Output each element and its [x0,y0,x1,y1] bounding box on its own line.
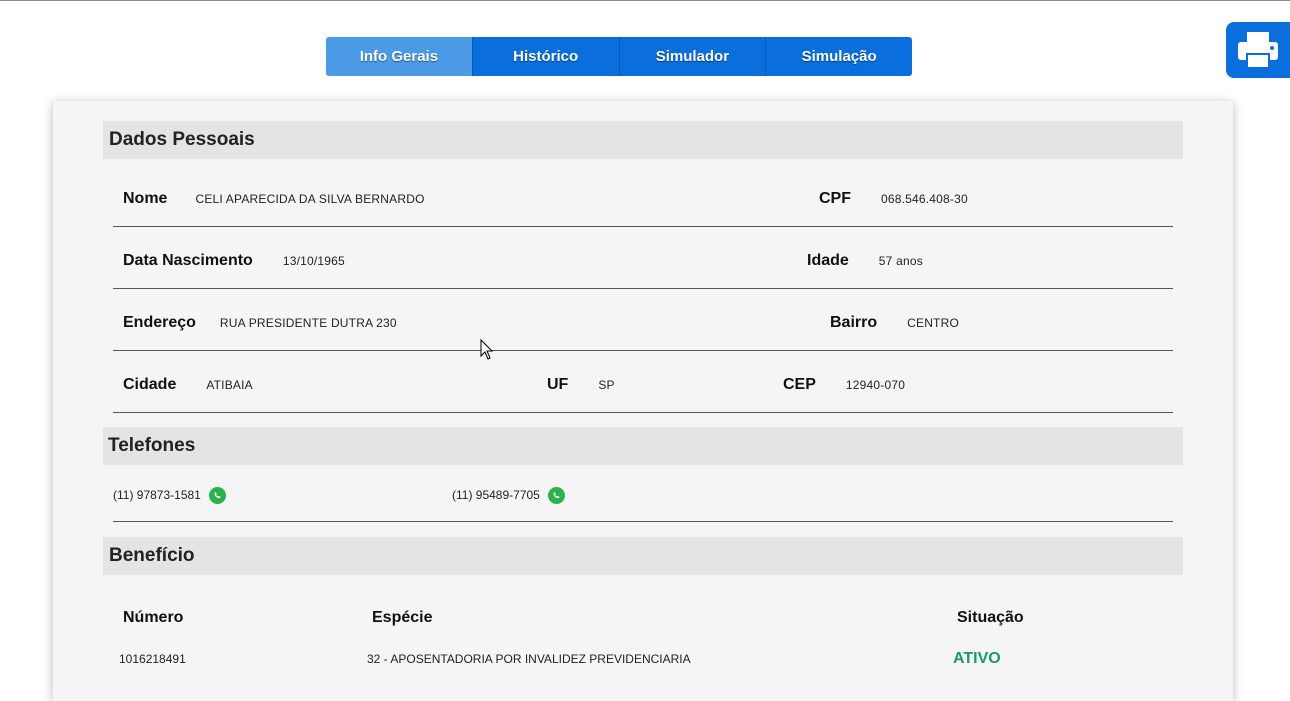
whatsapp-icon[interactable] [208,486,226,504]
value-nome: CELI APARECIDA DA SILVA BERNARDO [195,192,425,206]
section-header-telefones: Telefones [103,427,1183,465]
beneficio-numero: 1016218491 [119,652,186,666]
label-uf: UF [547,376,569,393]
tab-simulador[interactable]: Simulador [618,37,766,76]
tab-bar: Info Gerais Histórico Simulador Simulaçã… [326,37,912,76]
printer-icon [1238,32,1278,69]
value-uf: SP [598,378,615,392]
field-uf: UF SP [547,358,615,412]
column-header-situacao: Situação [957,609,1024,626]
tab-historico[interactable]: Histórico [471,37,619,76]
value-idade: 57 anos [878,254,923,268]
phone-item: (11) 97873-1581 [113,469,226,521]
label-cep: CEP [783,376,816,393]
whatsapp-icon[interactable] [547,486,565,504]
print-button[interactable] [1226,22,1290,78]
value-cidade: ATIBAIA [206,378,253,392]
label-cpf: CPF [819,190,851,207]
phone-item: (11) 95489-7705 [452,469,565,521]
value-endereco: RUA PRESIDENTE DUTRA 230 [219,316,397,330]
row-endereco-bairro: Endereço RUA PRESIDENTE DUTRA 230 Bairro… [113,296,1173,351]
field-data-nascimento: Data Nascimento 13/10/1965 [123,234,345,288]
field-bairro: Bairro CENTRO [830,296,959,350]
section-title-dados-pessoais: Dados Pessoais [109,129,255,150]
field-nome: Nome CELI APARECIDA DA SILVA BERNARDO [123,172,425,226]
field-cep: CEP 12940-070 [783,358,905,412]
section-title-telefones: Telefones [108,435,196,456]
phone-number: (11) 95489-7705 [452,488,540,502]
field-endereco: Endereço RUA PRESIDENTE DUTRA 230 [123,296,397,350]
tab-info-gerais[interactable]: Info Gerais [326,37,472,76]
client-info-card: Dados Pessoais Nome CELI APARECIDA DA SI… [53,101,1233,701]
label-bairro: Bairro [830,314,878,331]
label-cidade: Cidade [123,376,177,393]
column-header-especie: Espécie [372,609,433,626]
phone-number: (11) 97873-1581 [113,488,201,502]
status-badge: ATIVO [953,650,1001,667]
beneficio-especie: 32 - APOSENTADORIA POR INVALIDEZ PREVIDE… [367,652,691,666]
row-cidade-uf-cep: Cidade ATIBAIA UF SP CEP 12940-070 [113,358,1173,413]
label-nome: Nome [123,190,168,207]
section-title-beneficio: Benefício [109,545,195,566]
section-header-beneficio: Benefício [103,537,1183,575]
value-cpf: 068.546.408-30 [881,192,968,206]
field-cpf: CPF 068.546.408-30 [819,172,968,226]
value-bairro: CENTRO [907,316,959,330]
row-nome-cpf: Nome CELI APARECIDA DA SILVA BERNARDO CP… [113,172,1173,227]
column-header-numero: Número [123,609,184,626]
row-nascimento-idade: Data Nascimento 13/10/1965 Idade 57 anos [113,234,1173,289]
row-telefones: (11) 97873-1581 (11) 95489-7705 [113,469,1173,522]
label-endereco: Endereço [123,314,196,331]
label-idade: Idade [807,252,849,269]
field-idade: Idade 57 anos [807,234,923,288]
tab-simulacao[interactable]: Simulação [765,37,912,76]
value-data-nascimento: 13/10/1965 [282,254,345,268]
field-cidade: Cidade ATIBAIA [123,358,253,412]
label-data-nascimento: Data Nascimento [123,252,253,269]
section-header-dados-pessoais: Dados Pessoais [103,121,1183,159]
mouse-cursor-icon [480,339,494,360]
value-cep: 12940-070 [845,378,906,392]
